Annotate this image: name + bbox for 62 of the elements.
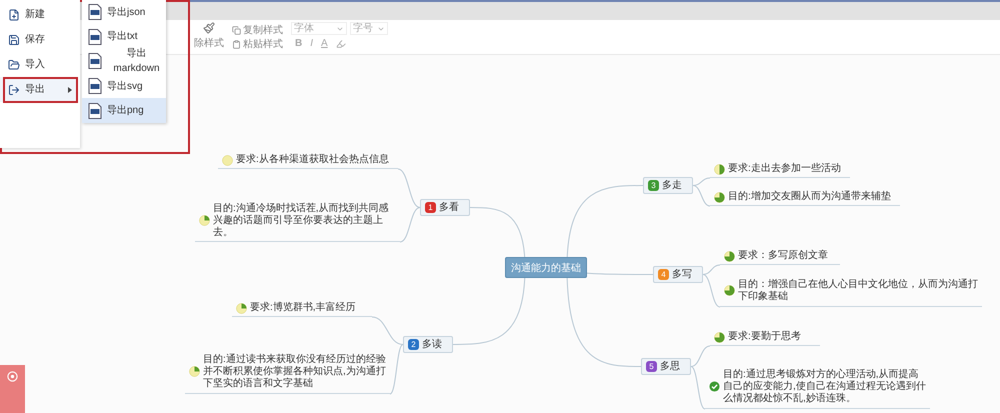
menu-item[interactable]: 导入 xyxy=(0,52,78,77)
document-icon xyxy=(88,4,102,20)
brush-icon xyxy=(203,22,215,34)
clipboard-icon xyxy=(232,40,241,49)
check-circle-icon xyxy=(709,381,720,392)
progress-pie-icon xyxy=(724,250,735,262)
progress-pie-icon xyxy=(714,192,725,202)
priority-badge: 4 xyxy=(658,269,669,280)
branch-node[interactable]: 3 多走 xyxy=(643,177,693,194)
submenu-item[interactable]: 导出markdown xyxy=(82,49,166,74)
branch-label: 多走 xyxy=(662,180,682,192)
menu-item[interactable]: 保存 xyxy=(0,27,78,52)
branch-label: 多看 xyxy=(439,202,459,214)
document-icon xyxy=(88,53,102,70)
progress-pie-icon xyxy=(189,366,200,377)
leaf-text: 要求:博览群书,丰富经历 xyxy=(250,302,356,314)
progress-pie-icon xyxy=(714,164,725,174)
progress-pie-icon xyxy=(222,154,233,166)
branch-node[interactable]: 4 多写 xyxy=(653,266,703,283)
branch-node[interactable]: 5 多思 xyxy=(641,358,691,375)
copy-icon xyxy=(232,26,241,35)
clear-style-button[interactable]: 除样式 xyxy=(194,22,224,50)
branch-label: 多写 xyxy=(672,268,692,280)
leaf-text: 要求:从各种渠道获取社会热点信息 xyxy=(236,154,389,166)
document-icon xyxy=(88,28,102,45)
connector-line xyxy=(400,207,420,242)
progress-pie-icon xyxy=(724,285,735,296)
submenu-item[interactable]: 导出svg xyxy=(82,74,166,98)
leaf-text: 目的:增加交友圈从而为沟通带来辅垫 xyxy=(728,191,891,203)
menu-item[interactable]: 新建 xyxy=(0,2,78,27)
leaf-text: 目的:通过读书来获取你没有经历过的经验并不断积累使你掌握各种知识点,为沟通打下坚实的语言和文字基础 xyxy=(203,354,386,390)
folder-icon xyxy=(8,58,20,70)
arrow-exit-icon xyxy=(8,84,20,96)
connector-line xyxy=(398,168,420,208)
highlighter-icon[interactable] xyxy=(336,39,346,49)
circle-icon xyxy=(7,371,18,382)
file-plus-icon xyxy=(8,8,20,20)
branch-node[interactable]: 2 多读 xyxy=(403,336,453,353)
priority-badge: 2 xyxy=(408,339,419,350)
progress-pie-icon xyxy=(199,215,210,226)
progress-pie-icon xyxy=(714,332,725,342)
branch-label: 多读 xyxy=(422,338,442,350)
document-icon xyxy=(88,102,102,119)
side-tab[interactable] xyxy=(0,365,25,413)
priority-badge: 5 xyxy=(646,361,657,372)
leaf-text: 目的：增强自己在他人心目中文化地位，从而为沟通打下印象基础 xyxy=(738,278,978,302)
priority-badge: 3 xyxy=(648,180,659,191)
leaf-text: 目的:通过思考锻炼对方的心理活动,从而提高自己的应变能力,使自己在沟通过程无论遇到什么情况都处惊不乱,妙语连珠。 xyxy=(723,368,926,404)
document-icon xyxy=(88,78,102,94)
submenu-item[interactable]: 导出json xyxy=(82,0,166,25)
progress-pie-icon xyxy=(236,302,247,314)
leaf-text: 要求:要勤于思考 xyxy=(728,331,801,343)
leaf-text: 目的:沟通冷场时找话茬,从而找到共同感兴趣的话题而引导至你要表达的主题上去。 xyxy=(213,202,390,238)
save-icon xyxy=(8,34,20,46)
copy-style-button[interactable]: 复制样式 xyxy=(232,24,283,37)
paste-style-button[interactable]: 粘贴样式 xyxy=(232,38,283,51)
leaf-text: 要求：多写原创文章 xyxy=(738,250,828,262)
submenu-item[interactable]: 导出png xyxy=(82,98,166,123)
priority-badge: 1 xyxy=(425,202,436,213)
branch-label: 多思 xyxy=(660,360,680,372)
leaf-text: 要求:走出去参加一些活动 xyxy=(728,163,841,175)
branch-node[interactable]: 1 多看 xyxy=(420,199,470,216)
